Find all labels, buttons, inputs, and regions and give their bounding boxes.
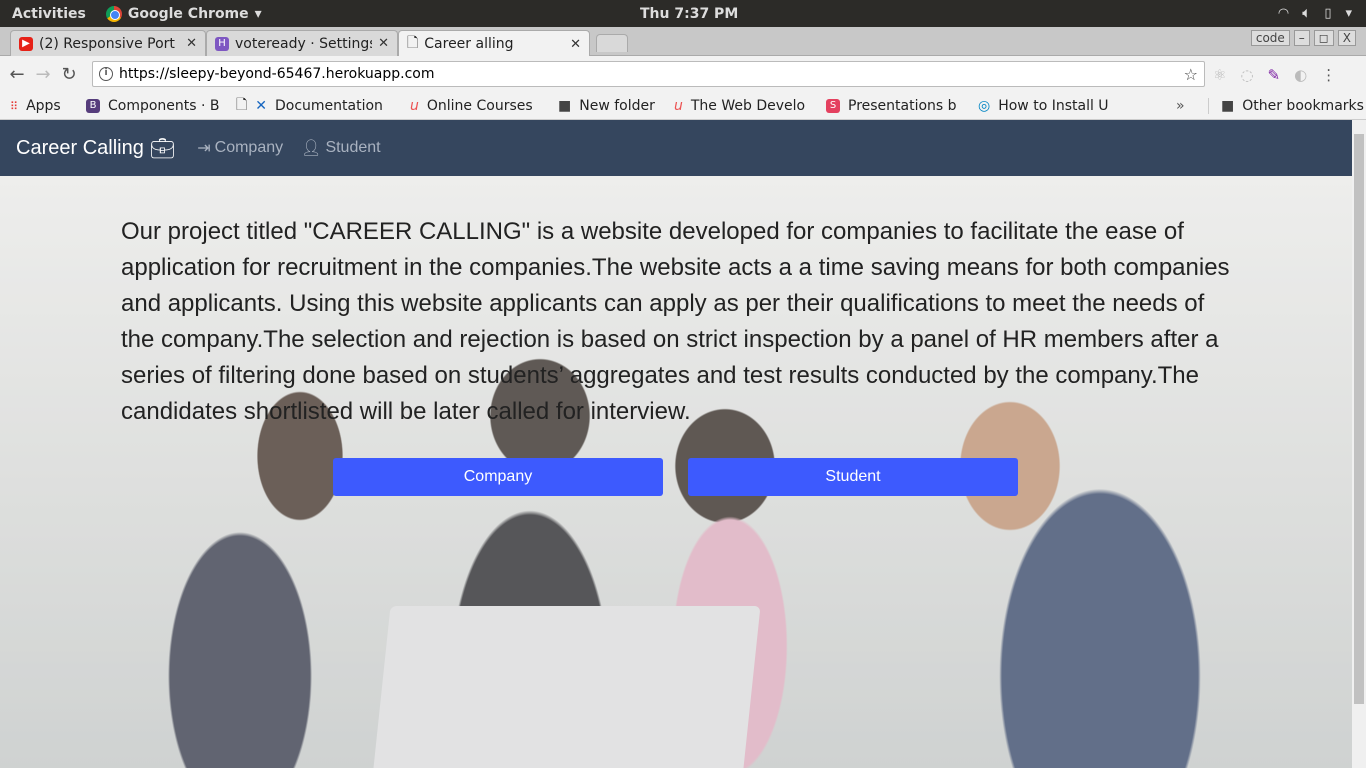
sign-in-icon: ⇥ [197,140,211,157]
udemy-icon: u [674,98,683,114]
url-text: https://sleepy-beyond-65467.herokuapp.co… [119,66,435,82]
bookmark-label: Online Courses [426,98,533,114]
tab-title: voteready · Settings [235,35,373,52]
bookmark-label: Presentations b [848,98,957,114]
react-devtools-icon[interactable]: ⚛ [1213,66,1226,84]
close-window-button[interactable]: X [1337,30,1356,46]
close-tab-icon[interactable]: ✕ [186,36,197,51]
bookmark-label: New folder [579,98,655,114]
tab-career-calling[interactable]: 🗋 Career alling ✕ [398,30,590,57]
scrollbar[interactable] [1352,120,1366,768]
vscode-icon: ✕ [255,98,267,114]
tab-title: (2) Responsive Port [39,35,175,52]
brand-link[interactable]: Career Calling 💼︎ [16,136,175,161]
page-icon: 🗋 [236,97,248,113]
tab-responsive-portfolio[interactable]: ▶ (2) Responsive Port ✕ [10,30,206,56]
back-icon[interactable]: ← [4,64,30,85]
volume-icon: 🔈︎ [1302,6,1311,21]
nav-link-label: Student [325,139,381,156]
nav-company-link[interactable]: ⇥ Company [197,138,283,158]
site-navbar: Career Calling 💼︎ ⇥ Company 👤︎ Student [0,120,1352,176]
bookmark-presentations[interactable]: S Presentations b [826,98,966,114]
toolbar: ← → ↻ i https://sleepy-beyond-65467.herok… [0,56,1366,93]
forward-icon[interactable]: → [30,64,56,85]
more-bookmarks-button[interactable]: » [1176,98,1185,114]
page-icon: 🗋 [407,35,419,51]
youtube-icon: ▶ [19,36,33,51]
activities-button[interactable]: Activities [12,6,86,22]
bookmark-label: Components · B [108,98,220,114]
company-button[interactable]: Company [333,458,663,496]
bookmark-online-courses[interactable]: u Online Courses [410,98,546,114]
battery-icon: ▯ [1324,6,1332,21]
briefcase-icon: 💼︎ [149,137,176,160]
dell-icon: ◎ [978,98,991,114]
bookmark-label: Documentation [275,98,383,114]
tab-title: Career alling [424,36,514,52]
heroku-icon: H [215,36,229,51]
project-description: Our project titled "CAREER CALLING" is a… [121,218,1230,425]
close-tab-icon[interactable]: ✕ [570,37,581,52]
bookmark-new-folder[interactable]: ■ New folder [558,98,662,114]
extension-icon[interactable]: ◐ [1294,66,1307,84]
bootstrap-icon: B [86,99,100,113]
bookmark-label: The Web Develo [690,98,806,114]
folder-icon: ■ [1221,98,1235,114]
scrollbar-thumb[interactable] [1354,134,1364,704]
bookmark-label: How to Install U [998,98,1109,114]
close-tab-icon[interactable]: ✕ [378,36,389,51]
caret-down-icon: ▾ [1345,6,1352,21]
maximize-button[interactable]: ◻ [1313,30,1334,46]
caret-down-icon: ▾ [254,5,262,22]
bookmarks-bar: ⠿ Apps B Components · B 🗋 ✕ Documentation uO… [0,93,1366,120]
other-bookmarks[interactable]: ■ Other bookmarks [1208,98,1364,114]
bookmark-documentation[interactable]: 🗋 ✕ Documentation [236,94,398,118]
extension-icon[interactable]: ◌ [1240,66,1253,84]
bookmark-apps[interactable]: ⠿ Apps [10,98,74,114]
user-plus-icon: 👤︎ [301,140,322,157]
nav-student-link[interactable]: 👤︎ Student [301,138,380,158]
profile-button[interactable]: code [1250,30,1290,46]
apps-grid-icon: ⠿ [10,99,19,113]
udemy-icon: u [410,98,419,114]
menu-icon[interactable]: ⋮ [1321,66,1336,84]
wifi-icon: ◠ [1278,6,1289,21]
app-menu[interactable]: Google Chrome ▾ [105,5,262,22]
slides-icon: S [826,99,840,113]
bookmark-components[interactable]: B Components · B [86,98,224,114]
hero-section: Our project titled "CAREER CALLING" is a… [0,176,1352,768]
reload-icon[interactable]: ↻ [56,64,82,85]
new-tab-button[interactable] [596,34,628,52]
folder-icon: ■ [558,98,572,114]
app-name: Google Chrome [127,5,249,22]
info-icon[interactable]: i [99,67,113,81]
brand-text: Career Calling [16,136,144,159]
nav-link-label: Company [214,139,284,156]
tab-strip: ▶ (2) Responsive Port ✕ Hvoteready · Setti… [0,27,1366,57]
web-page: Career Calling 💼︎ ⇥ Company 👤︎ Student Our … [0,120,1352,768]
bookmark-web-developer[interactable]: u The Web Develo [674,98,814,114]
bookmark-how-to-install[interactable]: ◎ How to Install U [978,98,1118,114]
minimize-button[interactable]: – [1293,30,1310,46]
bookmark-label: Apps [26,98,61,114]
system-tray[interactable]: ◠ 🔈︎ ▯ ▾ [1279,6,1353,21]
tab-voteready[interactable]: Hvoteready · Settings ✕ [206,30,398,56]
student-button[interactable]: Student [688,458,1018,496]
chrome-icon [105,5,122,22]
address-bar[interactable]: i https://sleepy-beyond-65467.herokuapp.c… [92,61,1205,87]
bookmark-label: Other bookmarks [1242,98,1364,114]
color-picker-icon[interactable]: ✎ [1268,66,1281,84]
clock[interactable]: Thu 7:37 PM [640,6,738,22]
bookmark-star-icon[interactable]: ☆ [1184,65,1198,84]
os-top-bar: Activities Google Chrome ▾ Thu 7:37 PM ◠ 🔈… [0,0,1366,27]
